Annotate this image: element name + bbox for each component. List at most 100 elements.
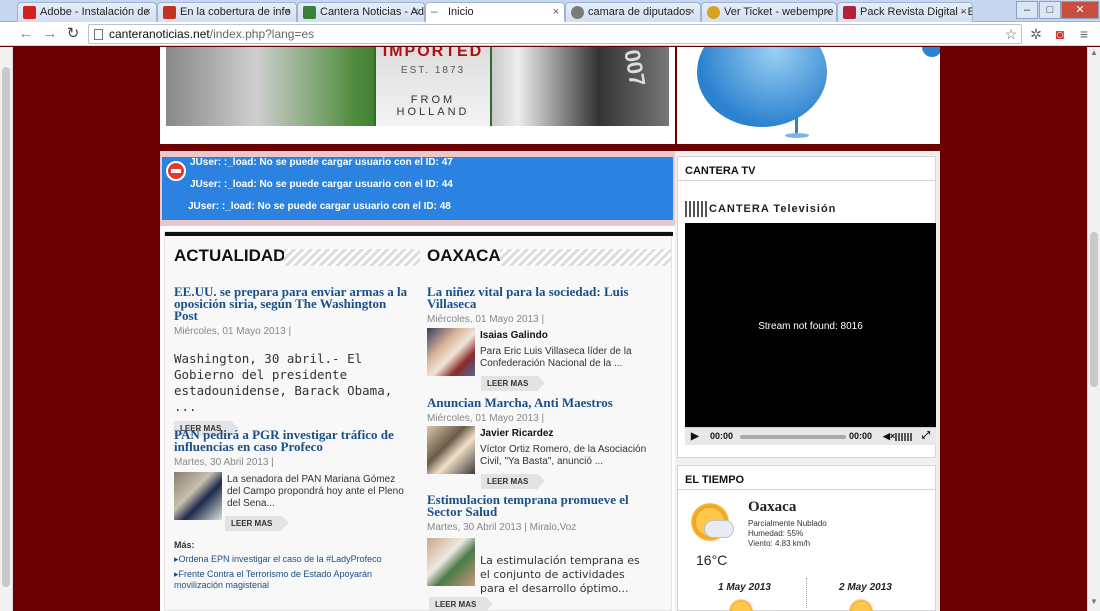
browser-tab[interactable]: Pack Revista Digital - E × — [837, 2, 973, 22]
forward-button[interactable]: → — [40, 25, 60, 43]
error-messages: JUser: :_load: No se puede cargar usuari… — [160, 151, 675, 226]
read-more-button[interactable]: LEER MAS — [225, 516, 290, 531]
joomla-favicon-icon — [303, 6, 316, 19]
heading-stripes — [284, 249, 420, 266]
page-scrollbar[interactable]: ▲ ▼ — [1087, 47, 1100, 611]
widget-title: CANTERA TV — [678, 157, 935, 181]
scroll-down-icon[interactable]: ▼ — [1088, 597, 1100, 606]
site-page: IMPORTED EST. 1873 FROM HOLLAND 007 JUse… — [160, 47, 940, 611]
seek-bar[interactable] — [740, 435, 846, 439]
article-date: Martes, 30 Abril 2013 | Miralo,Voz — [427, 522, 577, 533]
left-frame-scrollbar[interactable] — [0, 47, 13, 611]
bird-ad-banner[interactable] — [675, 47, 940, 144]
article-item: Estimulacion temprana promueve el Sector… — [427, 493, 657, 533]
article-thumbnail[interactable] — [427, 328, 475, 376]
mute-icon[interactable]: ◀× — [883, 431, 895, 442]
minimize-button[interactable]: – — [1016, 1, 1038, 19]
bookmark-star-icon[interactable]: ☆ — [1003, 26, 1019, 42]
address-bar[interactable]: canteranoticias.net/index.php?lang=es — [88, 24, 1022, 44]
read-more-button[interactable]: LEER MAS — [481, 376, 546, 391]
article-thumbnail[interactable] — [427, 426, 475, 474]
article-title-link[interactable]: La niñez vital para la sociedad: Luis Vi… — [427, 285, 657, 310]
read-more-button[interactable]: LEER MAS — [481, 474, 546, 489]
volume-slider[interactable] — [895, 433, 913, 441]
close-tab-icon[interactable]: × — [553, 6, 559, 18]
browser-tab[interactable]: Adobe - Instalación de × — [17, 2, 157, 22]
stream-status: Stream not found: 8016 — [758, 321, 863, 332]
beer-ad-banner[interactable]: IMPORTED EST. 1873 FROM HOLLAND 007 — [166, 47, 669, 126]
scrollbar-thumb[interactable] — [2, 67, 10, 587]
play-icon[interactable]: ▶ — [691, 431, 699, 442]
article-summary: Víctor Ortiz Romero, de la Asociación Ci… — [480, 444, 647, 467]
close-tab-icon[interactable]: × — [825, 6, 831, 18]
article-date: Miércoles, 01 Mayo 2013 | — [174, 326, 292, 337]
more-label: Más: — [174, 540, 195, 550]
article-title-link[interactable]: EE.UU. se prepara para enviar armas a la… — [174, 285, 409, 322]
article-lead: EE.UU. se prepara para enviar armas a la… — [174, 285, 409, 436]
weather-city: Oaxaca — [748, 499, 797, 515]
browser-tab[interactable]: Cantera Noticias - Adm × — [297, 2, 425, 22]
article-title-link[interactable]: PAN pedirá a PGR investigar tráfico de i… — [174, 428, 409, 453]
close-tab-icon[interactable]: × — [961, 6, 967, 18]
cantera-tv-logo: CANTERA Televisión — [685, 201, 836, 221]
error-message: JUser: :_load: No se puede cargar usuari… — [190, 179, 453, 190]
browser-tab[interactable]: camara de diputados × — [565, 2, 701, 22]
article-author: Isaias Galindo — [480, 330, 548, 341]
weather-widget: EL TIEMPO Oaxaca Parcialmente Nublado Hu… — [677, 465, 936, 611]
article-title-link[interactable]: Anuncian Marcha, Anti Maestros — [427, 396, 657, 409]
weather-details: Parcialmente Nublado Humedad: 55% Viento… — [748, 519, 827, 548]
fullscreen-icon[interactable]: ⤢ — [922, 430, 930, 441]
article-summary-block: Javier Ricardez Víctor Ortiz Romero, de … — [480, 428, 660, 489]
article-thumbnail[interactable] — [427, 538, 475, 586]
article-title-link[interactable]: Estimulacion temprana promueve el Sector… — [427, 493, 657, 518]
article-summary: Para Eric Luis Villaseca líder de la Con… — [480, 346, 632, 369]
video-player[interactable]: Stream not found: 8016 ▶ 00:00 00:00 ◀× … — [685, 223, 936, 445]
article-date: Martes, 30 Abril 2013 | — [174, 457, 274, 468]
scroll-up-icon[interactable]: ▲ — [1088, 48, 1100, 57]
scrollbar-thumb[interactable] — [1090, 232, 1098, 387]
browser-toolbar: ← → ↻ canteranoticias.net/index.php?lang… — [0, 22, 1100, 46]
news-columns: ACTUALIDAD EE.UU. se prepara para enviar… — [164, 231, 673, 611]
globe-favicon-icon — [571, 6, 584, 19]
maximize-button[interactable]: □ — [1039, 1, 1061, 19]
magazine-favicon-icon — [843, 6, 856, 19]
sidebar: CANTERA TV CANTERA Televisión Stream not… — [675, 151, 940, 611]
close-tab-icon[interactable]: × — [145, 6, 151, 18]
page-favicon-icon: – — [431, 5, 444, 19]
close-tab-icon[interactable]: × — [285, 6, 291, 18]
close-tab-icon[interactable]: × — [413, 6, 419, 18]
error-message: JUser: :_load: No se puede cargar usuari… — [188, 201, 451, 212]
sun-icon — [846, 596, 876, 611]
more-link[interactable]: Frente Contra el Terrorismo de Estado Ap… — [174, 569, 409, 591]
forecast-day: 2 May 2013 — [839, 582, 892, 593]
wrench-menu-icon[interactable]: ≡ — [1076, 26, 1092, 42]
extension-icon[interactable]: ◙ — [1052, 26, 1068, 42]
article-item: PAN pedirá a PGR investigar tráfico de i… — [174, 428, 409, 468]
back-button[interactable]: ← — [16, 25, 36, 43]
reload-button[interactable]: ↻ — [63, 25, 83, 43]
divider — [160, 144, 940, 151]
error-message: JUser: :_load: No se puede cargar usuari… — [190, 157, 453, 168]
browser-tab-active[interactable]: – Inicio × — [425, 2, 565, 23]
widget-title: EL TIEMPO — [678, 466, 935, 490]
article-thumbnail[interactable] — [174, 472, 222, 520]
more-links: Más: Ordena EPN investigar el caso de la… — [174, 540, 409, 591]
cantera-tv-widget: CANTERA TV CANTERA Televisión Stream not… — [677, 156, 936, 458]
read-more-wrap: LEER MAS — [429, 597, 494, 611]
divider — [806, 578, 807, 608]
article-author: Javier Ricardez — [480, 428, 554, 439]
browser-tab[interactable]: Ver Ticket - webempre × — [701, 2, 837, 22]
article-summary-block: La estimulación temprana es el conjunto … — [480, 554, 650, 596]
extension-icon[interactable]: ✲ — [1028, 26, 1044, 42]
heading-stripes — [500, 249, 671, 266]
browser-tab[interactable]: En la cobertura de info × — [157, 2, 297, 22]
read-more-button[interactable]: LEER MAS — [429, 597, 494, 611]
bottle-number: 007 — [619, 47, 651, 89]
section-heading-oaxaca: OAXACA — [427, 246, 671, 268]
cloud-icon — [704, 520, 734, 538]
adobe-favicon-icon — [23, 6, 36, 19]
close-window-button[interactable]: ✕ — [1061, 1, 1099, 19]
close-tab-icon[interactable]: × — [689, 6, 695, 18]
weather-temperature: 16°C — [696, 552, 728, 568]
more-link[interactable]: Ordena EPN investigar el caso de la #Lad… — [174, 554, 409, 565]
